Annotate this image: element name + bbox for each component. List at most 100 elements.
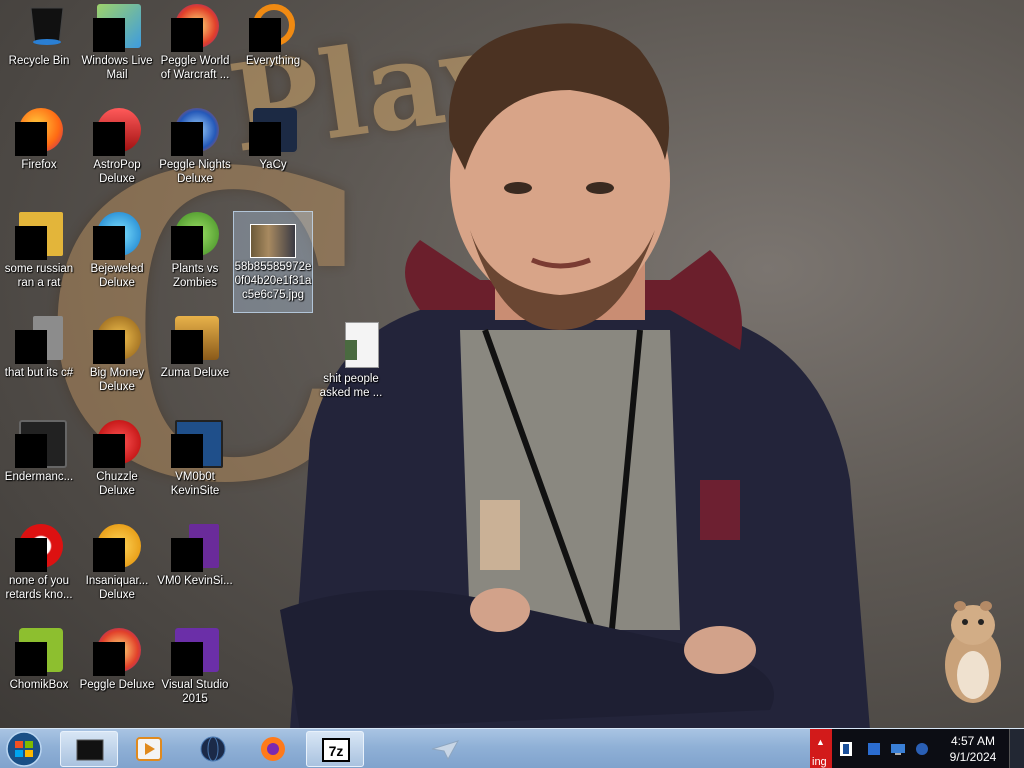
desktop-icon-peggle-nights[interactable]: Peggle Nights Deluxe <box>156 104 234 204</box>
desktop-icon-visual-studio[interactable]: Visual Studio 2015 <box>156 624 234 724</box>
icon-label: Visual Studio 2015 <box>161 679 229 705</box>
icon-label: Insaniquar... Deluxe <box>85 575 149 601</box>
taskbar[interactable]: 7z ing ▲ 4:57 AM 9/1/2024 <box>0 728 1024 768</box>
redaction-block <box>171 330 203 364</box>
redaction-block <box>15 122 47 156</box>
clock-time: 4:57 AM <box>950 734 996 748</box>
icon-label: Zuma Deluxe <box>160 367 230 379</box>
icon-label: Peggle World of Warcraft ... <box>160 55 230 81</box>
desktop-icon-firefox[interactable]: Firefox <box>0 104 78 204</box>
taskbar-terminal-button[interactable] <box>60 731 118 767</box>
redaction-block <box>93 330 125 364</box>
desktop-icon-peggle-wow[interactable]: Peggle World of Warcraft ... <box>156 0 234 100</box>
desktop-icon-jpg-file[interactable]: 58b85585972e0f04b20e1f31ac5e6c75.jpg <box>233 211 313 313</box>
taskbar-globe-button[interactable] <box>184 731 242 767</box>
icon-label: some russian ran a rat <box>4 263 74 289</box>
desktop-icon-bejeweled[interactable]: Bejeweled Deluxe <box>78 208 156 308</box>
desktop-icon-chuzzle[interactable]: Chuzzle Deluxe <box>78 416 156 516</box>
icon-label: that but its c# <box>4 367 74 379</box>
desktop-icon-zuma[interactable]: Zuma Deluxe <box>156 312 234 412</box>
redaction-block <box>15 642 47 676</box>
desktop-icon-that-but-its-c[interactable]: that but its c# <box>0 312 78 412</box>
desktop-icon-recycle-bin[interactable]: Recycle Bin <box>0 0 78 100</box>
icon-label: Peggle Deluxe <box>79 679 155 691</box>
desktop-icon-plants-vs-zombies[interactable]: Plants vs Zombies <box>156 208 234 308</box>
taskbar-firefox-button[interactable] <box>244 731 302 767</box>
recycle-bin-icon <box>30 7 64 45</box>
desktop-icon-chomikbox[interactable]: ChomikBox <box>0 624 78 724</box>
icon-label: Everything <box>245 55 301 67</box>
tray-overflow-label[interactable]: ing ▲ <box>810 729 832 768</box>
icon-label: Firefox <box>21 159 57 171</box>
redaction-block <box>15 538 47 572</box>
redaction-block <box>249 122 281 156</box>
icon-label: VM0 KevinSi... <box>157 575 233 587</box>
desktop-icon-shit-people-asked[interactable]: shit people asked me ... <box>312 318 390 418</box>
icon-label: Peggle Nights Deluxe <box>159 159 231 185</box>
icon-label: Recycle Bin <box>8 55 70 67</box>
icon-label: shit people asked me ... <box>319 373 383 399</box>
clock[interactable]: 4:57 AM 9/1/2024 <box>938 733 1008 765</box>
desktop-icon-astropop[interactable]: AstroPop Deluxe <box>78 104 156 204</box>
redaction-block <box>171 122 203 156</box>
desktop-icon-endermanc[interactable]: Endermanc... <box>0 416 78 516</box>
paper-plane-icon[interactable] <box>430 739 460 761</box>
start-button[interactable] <box>4 730 44 768</box>
network-icon[interactable] <box>890 741 906 757</box>
desktop-icon-yacy[interactable]: YaCy <box>234 104 312 204</box>
redaction-block <box>93 226 125 260</box>
redaction-block <box>171 226 203 260</box>
7zip-icon: 7z <box>322 738 350 762</box>
media-player-icon <box>136 737 162 761</box>
icon-label: none of you retards kno... <box>5 575 73 601</box>
desktop-icon-everything[interactable]: Everything <box>234 0 312 100</box>
icon-label: Endermanc... <box>4 471 74 483</box>
desktop-icon-peggle-deluxe[interactable]: Peggle Deluxe <box>78 624 156 724</box>
icon-label: Plants vs Zombies <box>171 263 219 289</box>
icon-label: ChomikBox <box>9 679 69 691</box>
redaction-block <box>345 340 357 360</box>
show-desktop-button[interactable] <box>1009 729 1024 768</box>
redaction-block <box>15 434 47 468</box>
redaction-block <box>93 434 125 468</box>
desktop-icon-some-russian[interactable]: some russian ran a rat <box>0 208 78 308</box>
redaction-block <box>93 122 125 156</box>
icon-label: Big Money Deluxe <box>89 367 145 393</box>
hamster-gadget[interactable] <box>940 600 1006 705</box>
volume-icon[interactable] <box>914 741 930 757</box>
desktop[interactable]: Play C Recycle Bin Firefox some russian … <box>0 0 1024 768</box>
clock-date: 9/1/2024 <box>949 750 997 764</box>
tray-text: ing <box>812 756 827 768</box>
terminal-window-icon <box>76 739 104 761</box>
icon-label: Chuzzle Deluxe <box>96 471 138 497</box>
desktop-icon-windows-live-mail[interactable]: Windows Live Mail <box>78 0 156 100</box>
icon-label: Windows Live Mail <box>81 55 153 81</box>
icon-label: YaCy <box>259 159 287 171</box>
chevron-up-icon: ▲ <box>816 737 825 747</box>
icon-label: VM0b0t KevinSite <box>170 471 220 497</box>
desktop-icon-vm0b0t[interactable]: VM0b0t KevinSite <box>156 416 234 516</box>
icon-label: AstroPop Deluxe <box>93 159 141 185</box>
icon-label: Bejeweled Deluxe <box>90 263 144 289</box>
start-orb-icon <box>6 731 42 767</box>
shield-icon[interactable] <box>838 741 854 757</box>
app-tray-icon[interactable] <box>866 741 882 757</box>
desktop-icon-vm0-kevinsite[interactable]: VM0 KevinSi... <box>156 520 234 620</box>
redaction-block <box>171 18 203 52</box>
redaction-block <box>171 434 203 468</box>
taskbar-7zip-button[interactable]: 7z <box>306 731 364 767</box>
redaction-block <box>93 642 125 676</box>
redaction-block <box>93 18 125 52</box>
icon-label: 58b85585972e0f04b20e1f31ac5e6c75.jpg <box>234 261 312 301</box>
jpg-image-icon <box>250 224 296 258</box>
redaction-block <box>15 226 47 260</box>
firefox-icon <box>261 737 285 761</box>
desktop-icon-insaniquarium[interactable]: Insaniquar... Deluxe <box>78 520 156 620</box>
redaction-block <box>171 642 203 676</box>
desktop-icon-none-of-you[interactable]: none of you retards kno... <box>0 520 78 620</box>
taskbar-media-player-button[interactable] <box>120 731 178 767</box>
desktop-icon-big-money[interactable]: Big Money Deluxe <box>78 312 156 412</box>
svg-text:7z: 7z <box>329 743 344 759</box>
redaction-block <box>93 538 125 572</box>
redaction-block <box>171 538 203 572</box>
